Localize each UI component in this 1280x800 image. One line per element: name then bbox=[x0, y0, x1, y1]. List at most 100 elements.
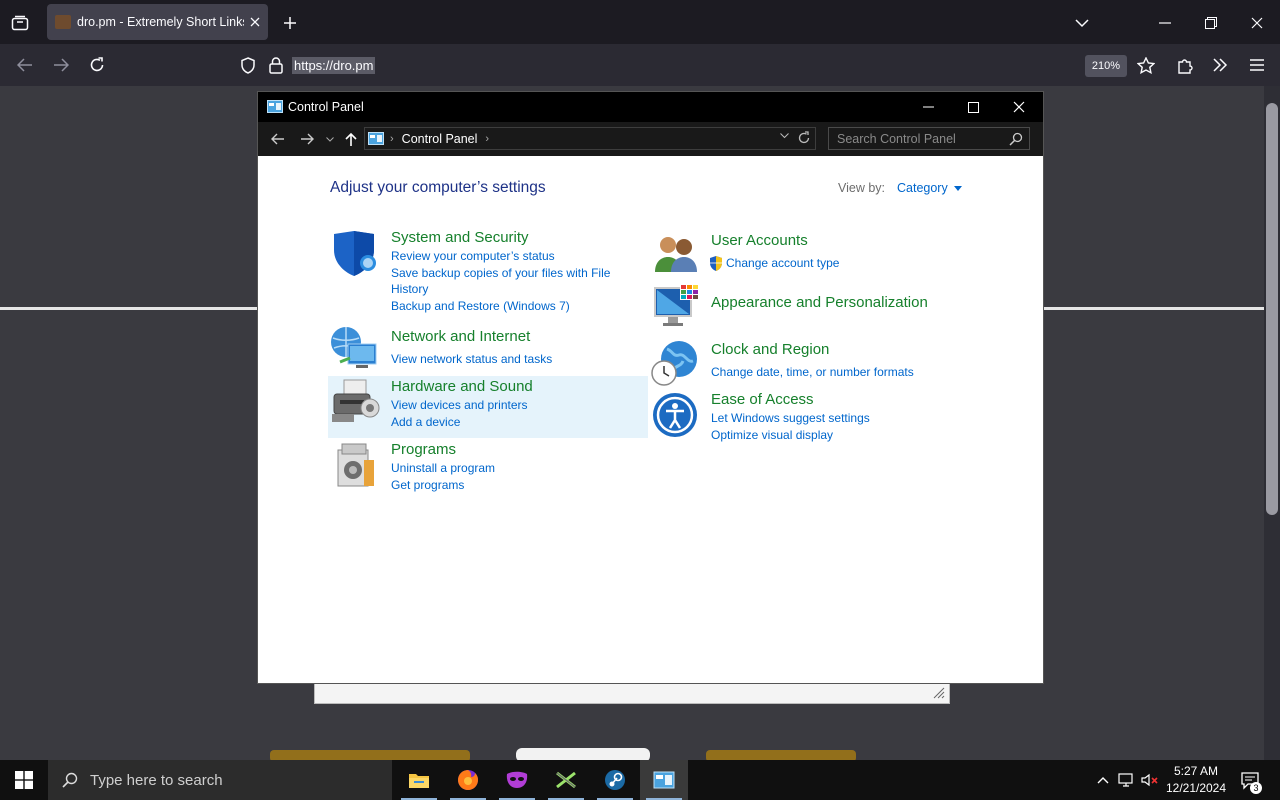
category-system-and-security-icon[interactable] bbox=[330, 230, 380, 278]
window-maximize-icon[interactable] bbox=[963, 98, 983, 116]
link-network-status[interactable]: View network status and tasks bbox=[391, 351, 552, 368]
forward-arrow-icon[interactable] bbox=[50, 54, 72, 76]
taskbar-control-panel[interactable] bbox=[640, 760, 688, 800]
link-optimize-visual-display[interactable]: Optimize visual display bbox=[711, 427, 870, 444]
recent-locations-chevron-down-icon[interactable] bbox=[324, 132, 336, 146]
link-get-programs[interactable]: Get programs bbox=[391, 477, 495, 494]
category-user-accounts-icon[interactable] bbox=[654, 235, 700, 273]
link-review-status[interactable]: Review your computer’s status bbox=[391, 248, 610, 265]
firefox-icon bbox=[458, 770, 478, 790]
monitor-icon bbox=[654, 284, 699, 326]
list-tabs-chevron-down-icon[interactable] bbox=[1072, 13, 1092, 33]
ease-of-access-icon bbox=[653, 393, 697, 437]
file-explorer-icon bbox=[409, 774, 429, 788]
restore-icon[interactable] bbox=[1201, 13, 1221, 33]
bookmark-star-icon[interactable] bbox=[1135, 54, 1157, 76]
category-title-clock-and-region[interactable]: Clock and Region bbox=[711, 341, 829, 358]
view-by-label: View by: bbox=[838, 181, 886, 195]
category-clock-region-icon[interactable] bbox=[651, 339, 699, 387]
more-tools-chevrons-icon[interactable] bbox=[1209, 54, 1231, 76]
category-title-network-and-internet[interactable]: Network and Internet bbox=[391, 328, 530, 345]
search-icon[interactable] bbox=[1009, 132, 1023, 146]
zoom-level-badge[interactable]: 210% bbox=[1085, 55, 1127, 77]
control-panel-taskbar-icon bbox=[653, 771, 675, 789]
refresh-icon[interactable] bbox=[797, 131, 811, 145]
view-by-caret-icon bbox=[954, 186, 963, 192]
link-windows-suggest-settings[interactable]: Let Windows suggest settings bbox=[711, 410, 870, 427]
category-links-system-and-security: Review your computer’s status Save backu… bbox=[391, 248, 610, 314]
window-title: Control Panel bbox=[288, 100, 364, 114]
taskbar-search-icon bbox=[62, 772, 78, 788]
category-links-ease-of-access: Let Windows suggest settings Optimize vi… bbox=[711, 410, 870, 443]
window-title-bar[interactable]: Control Panel bbox=[258, 92, 1043, 122]
search-control-panel-input[interactable]: Search Control Panel bbox=[828, 127, 1030, 150]
category-title-programs[interactable]: Programs bbox=[391, 441, 456, 458]
volume-muted-icon[interactable] bbox=[1140, 771, 1160, 789]
taskbar-purple-mask-app[interactable] bbox=[493, 760, 541, 800]
category-programs-icon[interactable] bbox=[334, 442, 376, 488]
address-dropdown-chevron-down-icon[interactable] bbox=[780, 133, 789, 139]
category-hardware-icon[interactable] bbox=[330, 378, 380, 428]
taskbar-x-app[interactable] bbox=[542, 760, 590, 800]
reload-icon[interactable] bbox=[86, 54, 108, 76]
steam-icon bbox=[605, 770, 625, 790]
view-by-value: Category bbox=[897, 181, 948, 195]
tab-overview-icon[interactable] bbox=[8, 12, 32, 34]
taskbar-file-explorer[interactable] bbox=[395, 760, 443, 800]
link-save-backup[interactable]: Save backup copies of your files with Fi… bbox=[391, 265, 610, 282]
show-hidden-icons-chevron-up-icon[interactable] bbox=[1095, 772, 1111, 788]
address-breadcrumb[interactable]: › Control Panel › bbox=[364, 127, 816, 150]
category-title-user-accounts[interactable]: User Accounts bbox=[711, 232, 808, 249]
window-minimize-icon[interactable] bbox=[918, 98, 938, 116]
users-icon bbox=[655, 237, 697, 272]
category-network-icon[interactable] bbox=[330, 324, 380, 370]
network-status-icon[interactable] bbox=[1117, 771, 1137, 789]
link-uninstall-program[interactable]: Uninstall a program bbox=[391, 460, 495, 477]
resize-grip-icon[interactable] bbox=[933, 687, 945, 699]
taskbar-steam[interactable] bbox=[591, 760, 639, 800]
link-change-account-type[interactable]: Change account type bbox=[726, 255, 839, 272]
breadcrumb-item[interactable]: Control Panel bbox=[402, 132, 478, 146]
explorer-back-icon[interactable] bbox=[266, 130, 290, 148]
link-change-date-formats[interactable]: Change date, time, or number formats bbox=[711, 364, 914, 381]
explorer-forward-icon[interactable] bbox=[295, 130, 319, 148]
view-by-dropdown[interactable]: Category bbox=[897, 181, 963, 195]
category-appearance-icon[interactable] bbox=[654, 284, 700, 330]
link-devices-printers[interactable]: View devices and printers bbox=[391, 397, 528, 414]
link-file-history[interactable]: History bbox=[391, 281, 610, 298]
network-icon bbox=[331, 327, 377, 368]
link-add-device[interactable]: Add a device bbox=[391, 414, 528, 431]
category-ease-of-access-icon[interactable] bbox=[652, 392, 698, 438]
up-arrow-icon[interactable] bbox=[342, 129, 360, 149]
windows-start-icon[interactable] bbox=[0, 760, 48, 800]
taskbar-firefox[interactable] bbox=[444, 760, 492, 800]
category-title-appearance-and-personalization[interactable]: Appearance and Personalization bbox=[711, 294, 928, 311]
taskbar-clock[interactable]: 5:27 AM 12/21/2024 bbox=[1160, 763, 1232, 797]
back-arrow-icon[interactable] bbox=[14, 54, 36, 76]
category-links-hardware: View devices and printers Add a device bbox=[391, 397, 528, 430]
minimize-icon[interactable] bbox=[1155, 13, 1175, 33]
page-heading: Adjust your computer’s settings bbox=[330, 179, 546, 196]
tab-close-icon[interactable] bbox=[250, 17, 260, 27]
browser-close-icon[interactable] bbox=[1247, 13, 1267, 33]
category-title-hardware-and-sound[interactable]: Hardware and Sound bbox=[391, 378, 533, 395]
link-backup-restore[interactable]: Backup and Restore (Windows 7) bbox=[391, 298, 610, 315]
hamburger-menu-icon[interactable] bbox=[1246, 54, 1268, 76]
control-panel-window: Control Panel › Control Panel › Search C… bbox=[258, 92, 1043, 683]
browser-tab-active[interactable]: dro.pm - Extremely Short Links bbox=[47, 4, 268, 40]
lock-icon[interactable] bbox=[265, 54, 287, 76]
breadcrumb-expand-chevron-icon[interactable]: › bbox=[485, 133, 489, 145]
window-close-icon[interactable] bbox=[1009, 98, 1029, 116]
category-title-system-and-security[interactable]: System and Security bbox=[391, 229, 529, 246]
category-links-programs: Uninstall a program Get programs bbox=[391, 460, 495, 493]
taskbar-search-box[interactable]: Type here to search bbox=[48, 760, 392, 800]
extensions-puzzle-icon[interactable] bbox=[1174, 54, 1196, 76]
category-links-user-accounts: Change account type bbox=[709, 255, 839, 272]
category-title-ease-of-access[interactable]: Ease of Access bbox=[711, 391, 814, 408]
page-scrollbar-thumb[interactable] bbox=[1266, 103, 1278, 515]
printer-icon bbox=[332, 379, 380, 422]
tracking-protection-shield-icon[interactable] bbox=[237, 54, 259, 76]
url-bar-text[interactable]: https://dro.pm bbox=[292, 57, 376, 74]
new-tab-icon[interactable] bbox=[280, 13, 300, 33]
taskbar-search-placeholder: Type here to search bbox=[90, 771, 223, 789]
